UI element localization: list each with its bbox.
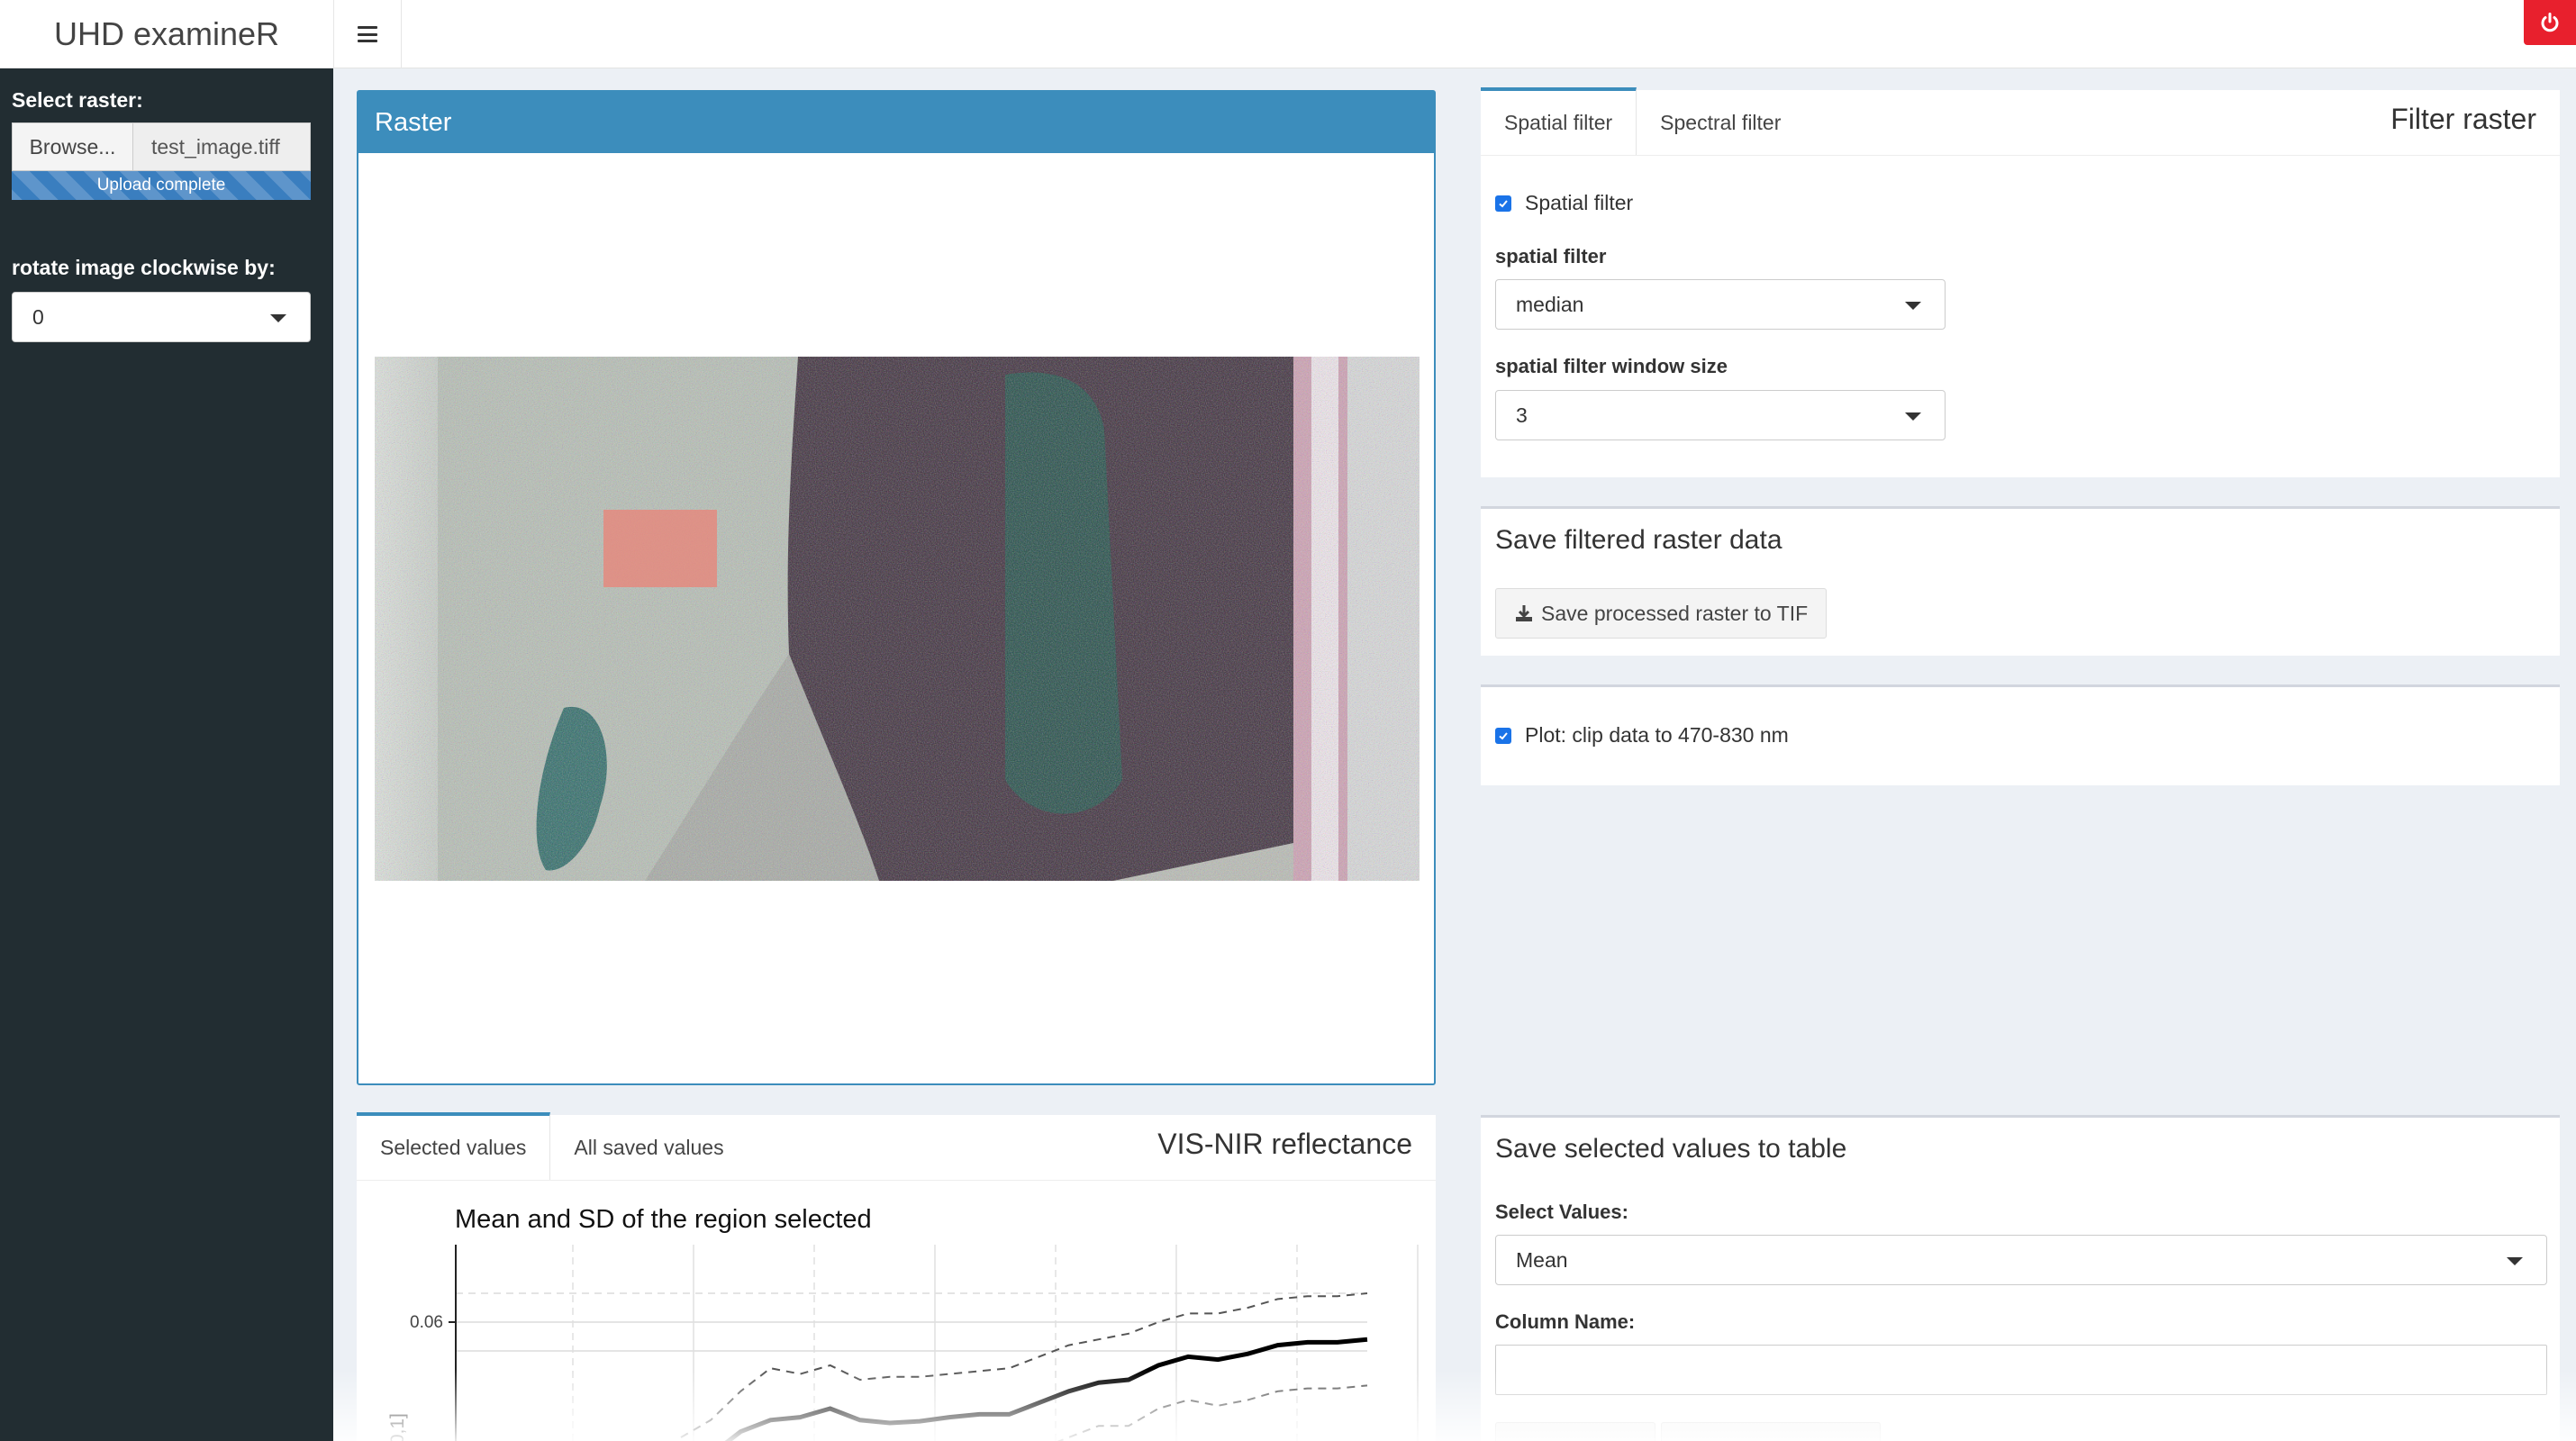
upload-progress-bar: Upload complete [12,171,311,200]
sidebar: Select raster: Browse... test_image.tiff… [0,68,333,1441]
tab-all-saved-values[interactable]: All saved values [550,1115,748,1180]
app-title[interactable]: UHD examineR [0,0,333,68]
chevron-down-icon [270,314,286,322]
browse-button[interactable]: Browse... [12,122,133,171]
raster-image-canvas [375,357,1420,881]
spatial-filter-select[interactable]: median [1495,279,1946,330]
spatial-filter-checkbox-label: Spatial filter [1525,191,1634,214]
window-size-label: spatial filter window size [1495,355,1728,377]
clip-checkbox-label: Plot: clip data to 470-830 nm [1525,723,1789,747]
spatial-filter-label: spatial filter [1495,245,1607,267]
reflectance-panel: Selected values All saved values VIS-NIR… [357,1112,1436,1441]
tab-spatial-filter[interactable]: Spatial filter [1481,87,1637,155]
chevron-down-icon [1905,412,1921,421]
chevron-down-icon [2507,1257,2523,1265]
save-raster-button-label: Save processed raster to TIF [1541,601,1809,625]
chart-title: Mean and SD of the region selected [455,1205,872,1234]
power-button[interactable] [2524,0,2576,45]
sidebar-toggle-button[interactable] [333,0,402,68]
tab-selected-values[interactable]: Selected values [357,1112,551,1180]
window-size-select-value: 3 [1516,403,1528,427]
table-panel: Save selected values to table Select Val… [1481,1115,2560,1441]
series-line-mean [724,1337,1368,1441]
chevron-down-icon [1905,302,1921,310]
reflectance-chart[interactable]: Mean and SD of the region selected 0.06 … [357,1180,1436,1441]
chart-grid [456,1245,1419,1441]
reflectance-title: VIS-NIR reflectance [1157,1128,1412,1160]
clip-checkbox-row[interactable]: Plot: clip data to 470-830 nm [1495,723,1789,748]
check-icon[interactable] [1495,727,1511,744]
file-upload: Browse... test_image.tiff [12,122,311,171]
save-raster-title: Save filtered raster data [1495,525,1782,555]
check-icon[interactable] [1495,195,1511,212]
window-size-select[interactable]: 3 [1495,390,1946,440]
filter-raster-panel: Spatial filter Spectral filter Filter ra… [1481,87,2560,477]
hamburger-icon [358,26,377,42]
column-name-input[interactable] [1495,1345,2547,1395]
power-icon [2541,13,2559,32]
select-raster-label: Select raster: [12,88,143,112]
y-axis-label: [0,1] [387,1413,408,1441]
save-raster-button[interactable]: Save processed raster to TIF [1495,588,1828,639]
selection-rectangle[interactable] [603,510,717,587]
export-table-button[interactable] [1661,1422,1881,1441]
raster-panel-title: Raster [358,92,1434,153]
raster-panel: Raster [357,90,1436,1085]
spatial-filter-checkbox-row[interactable]: Spatial filter [1495,191,1633,215]
save-raster-panel: Save filtered raster data Save processed… [1481,506,2560,656]
filter-tabs: Spatial filter Spectral filter [1481,87,1805,155]
select-values-select-value: Mean [1516,1247,1568,1272]
rotate-select-value: 0 [32,304,44,329]
column-name-label: Column Name: [1495,1310,1636,1333]
y-tick-label: 0.06 [410,1313,443,1332]
rotate-label: rotate image clockwise by: [12,256,276,279]
clip-panel: Plot: clip data to 470-830 nm [1481,684,2560,785]
tab-divider [1481,155,2560,156]
chart-series [680,1292,1368,1441]
series-line-upper [680,1292,1368,1438]
add-values-button[interactable] [1495,1422,1655,1441]
download-icon [1516,605,1532,621]
spatial-filter-select-value: median [1516,292,1584,316]
rotate-select[interactable]: 0 [12,292,311,342]
file-name-field[interactable]: test_image.tiff [133,122,311,171]
raster-image[interactable] [375,357,1420,881]
select-values-label: Select Values: [1495,1201,1628,1223]
reflectance-tabs: Selected values All saved values [357,1112,748,1180]
filter-raster-title: Filter raster [2390,103,2536,135]
series-line-lower [1057,1384,1368,1441]
tab-spectral-filter[interactable]: Spectral filter [1637,90,1805,155]
select-values-select[interactable]: Mean [1495,1235,2547,1285]
table-panel-title: Save selected values to table [1495,1134,1847,1164]
top-bar: UHD examineR [0,0,2576,68]
